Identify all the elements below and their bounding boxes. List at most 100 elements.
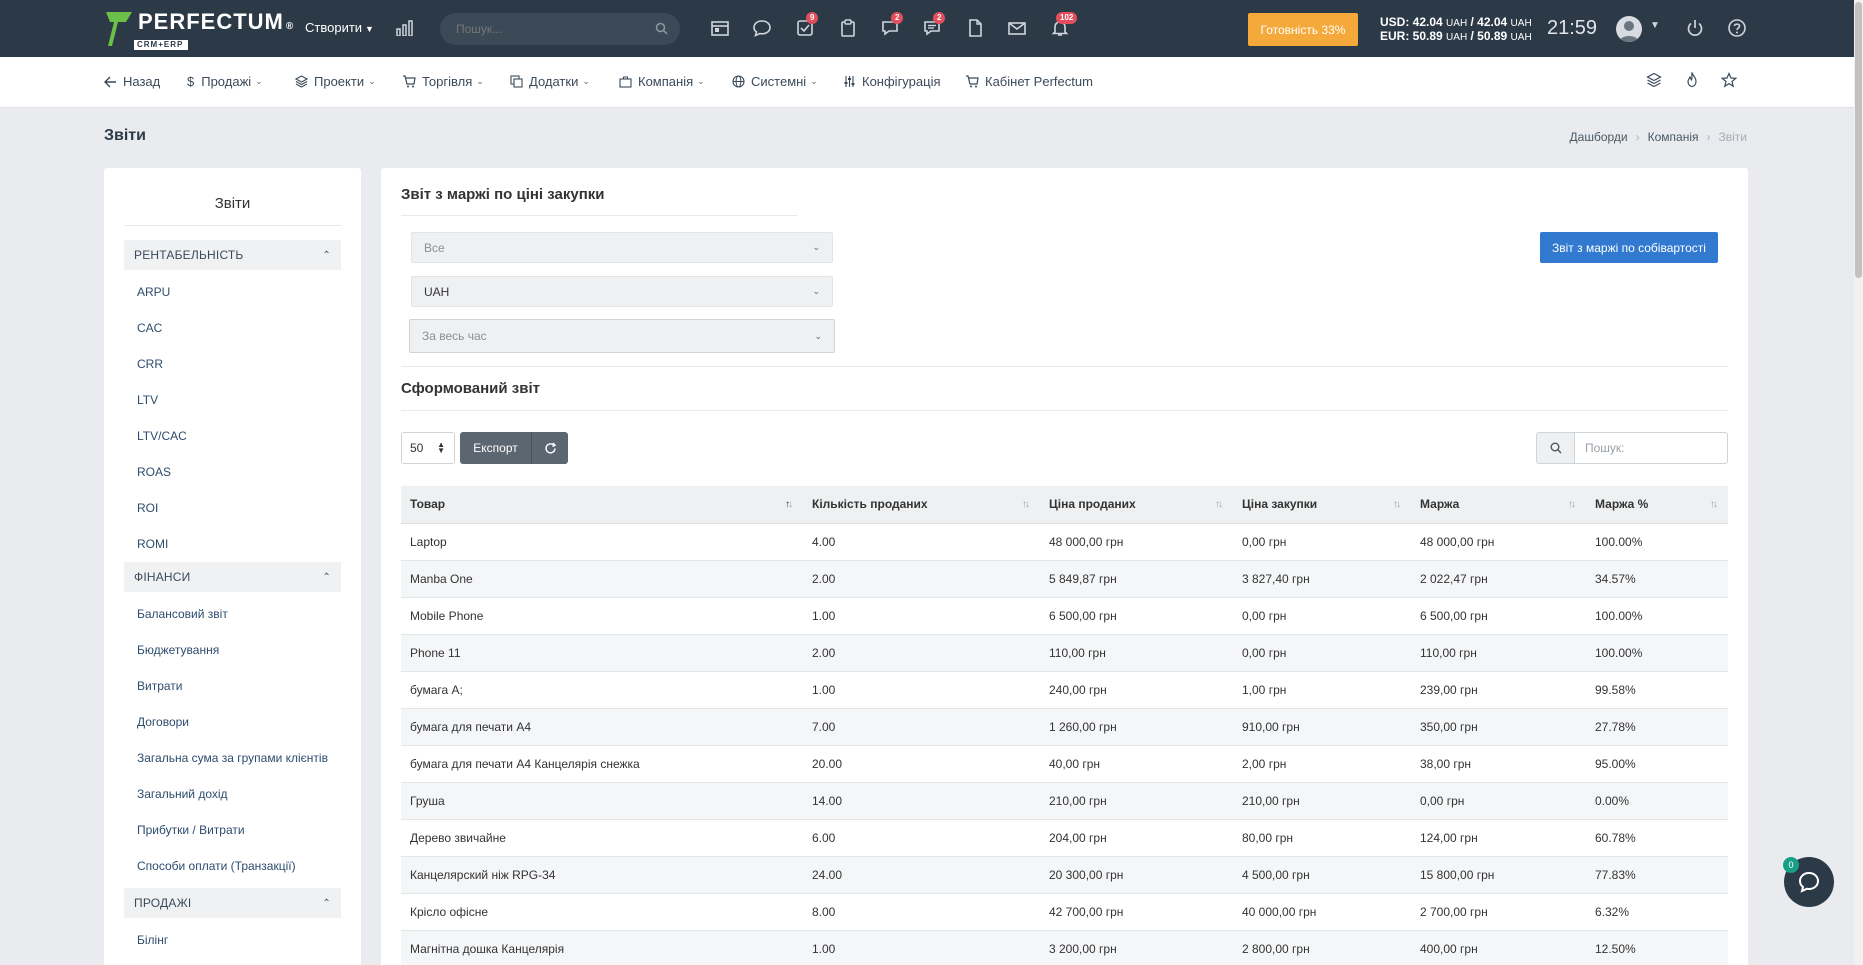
power-icon[interactable] <box>1685 18 1705 38</box>
sidebar-item-profit-expenses[interactable]: Прибутки / Витрати <box>137 812 361 848</box>
chevron-down-icon: ▼ <box>365 24 374 34</box>
column-header-label: Ціна закупки <box>1242 497 1318 512</box>
top-search-input[interactable] <box>440 13 640 45</box>
sidebar-item-romi[interactable]: ROMI <box>137 526 361 562</box>
avatar[interactable] <box>1616 16 1642 42</box>
sidebar-item-cac[interactable]: CAC <box>137 310 361 346</box>
section-finance[interactable]: ФІНАНСИ ⌃ <box>124 562 341 592</box>
search-icon[interactable] <box>655 22 668 35</box>
table-row[interactable]: Manba One 2.00 5 849,87 грн 3 827,40 грн 2 0… <box>401 560 1728 598</box>
table-cell: 95.00% <box>1586 745 1728 783</box>
table-row[interactable]: бумага для печати А4 7.00 1 260,00 грн 910,… <box>401 708 1728 746</box>
sidebar-item-billing[interactable]: Білінг <box>137 922 361 958</box>
calendar-icon[interactable] <box>710 18 730 38</box>
table-row[interactable]: бумага для печати А4 Канцелярія снежка 20… <box>401 745 1728 783</box>
star-icon[interactable] <box>1721 72 1737 88</box>
table-cell: 40 000,00 грн <box>1233 893 1411 931</box>
fire-icon[interactable] <box>1684 72 1700 88</box>
table-cell: 2.00 <box>803 634 1040 672</box>
column-header[interactable]: Маржа % ↑↓ <box>1586 486 1728 524</box>
nav-back[interactable]: Назад <box>104 74 160 89</box>
margin-by-cost-button[interactable]: Звіт з маржі по собівартості <box>1540 232 1718 263</box>
search-icon <box>1550 442 1561 454</box>
table-row[interactable]: Канцелярский ніж RPG-34 24.00 20 300,00 гр… <box>401 856 1728 894</box>
filter-all-select[interactable]: Все ⌄ <box>411 232 833 263</box>
sidebar-item-roas[interactable]: ROAS <box>137 454 361 490</box>
breadcrumb-company[interactable]: Компанія <box>1648 130 1699 144</box>
nav-bar: Назад $ Продажі ⌄ Проекти ⌄ Торгівля ⌄ Дода… <box>0 57 1854 108</box>
mail-icon[interactable] <box>1007 18 1027 38</box>
export-button[interactable]: Експорт <box>460 432 531 464</box>
table-cell: Магнітна дошка Канцелярія <box>401 930 803 965</box>
nav-company[interactable]: Компанія ⌄ <box>619 74 705 89</box>
table-row[interactable]: Груша 14.00 210,00 грн 210,00 грн 0,00 грн 0.… <box>401 782 1728 820</box>
sort-icon: ↑↓ <box>1568 499 1576 510</box>
notifications-button[interactable]: 102 <box>1050 12 1078 38</box>
column-header[interactable]: Ціна закупки ↑↓ <box>1233 486 1411 524</box>
table-row[interactable]: Laptop 4.00 48 000,00 грн 0,00 грн 48 000,00… <box>401 523 1728 561</box>
sidebar-item-client-groups[interactable]: Загальна сума за групами клієнтів <box>137 740 361 776</box>
nav-system-label: Системні <box>751 74 807 89</box>
period-select[interactable]: За весь час ⌄ <box>409 319 835 353</box>
nav-trade[interactable]: Торгівля ⌄ <box>402 74 484 89</box>
table-cell: Laptop <box>401 523 803 561</box>
column-header[interactable]: Кількість проданих ↑↓ <box>803 486 1040 524</box>
nav-projects[interactable]: Проекти ⌄ <box>295 74 376 89</box>
sidebar-item-crr[interactable]: CRR <box>137 346 361 382</box>
table-row[interactable]: бумага А; 1.00 240,00 грн 1,00 грн 239,00 гр… <box>401 671 1728 709</box>
nav-addons[interactable]: Додатки ⌄ <box>510 74 590 89</box>
sort-icon: ↑↓ <box>1215 499 1223 510</box>
scrollbar-thumb[interactable] <box>1855 2 1862 278</box>
column-header[interactable]: Маржа ↑↓ <box>1411 486 1586 524</box>
sidebar-item-payment-methods[interactable]: Способи оплати (Транзакції) <box>137 848 361 884</box>
currency-select[interactable]: UAH ⌄ <box>411 276 833 307</box>
clipboard-icon[interactable] <box>838 18 858 38</box>
table-cell: 239,00 грн <box>1411 671 1586 709</box>
table-row[interactable]: Phone 11 2.00 110,00 грн 0,00 грн 110,00 грн… <box>401 634 1728 672</box>
sidebar-item-expenses[interactable]: Витрати <box>137 668 361 704</box>
logo[interactable]: PERFECTUM ® CRM+ERP <box>104 10 294 50</box>
readiness-button[interactable]: Готовність 33% <box>1248 13 1358 46</box>
sidebar-item-balance[interactable]: Балансовий звіт <box>137 596 361 632</box>
table-row[interactable]: Крісло офісне 8.00 42 700,00 грн 40 000,00 … <box>401 893 1728 931</box>
sidebar-item-arpu[interactable]: ARPU <box>137 274 361 310</box>
table-row[interactable]: Дерево звичайне 6.00 204,00 грн 80,00 грн 12… <box>401 819 1728 857</box>
chevron-down-icon[interactable]: ▼ <box>1650 20 1660 31</box>
table-cell: 40,00 грн <box>1040 745 1233 783</box>
sidebar-item-ltv[interactable]: LTV <box>137 382 361 418</box>
table-cell: 34.57% <box>1586 560 1728 598</box>
table-search-input[interactable] <box>1574 432 1728 464</box>
table-row[interactable]: Mobile Phone 1.00 6 500,00 грн 0,00 грн 6 50… <box>401 597 1728 635</box>
table-row[interactable]: Магнітна дошка Канцелярія 1.00 3 200,00 гр… <box>401 930 1728 965</box>
breadcrumb-dashboards[interactable]: Дашборди <box>1570 130 1628 144</box>
section-sales[interactable]: ПРОДАЖІ ⌃ <box>124 888 341 918</box>
messages-button[interactable]: 2 <box>922 12 946 38</box>
table-cell: 2,00 грн <box>1233 745 1411 783</box>
page-scrollbar[interactable] <box>1854 0 1863 965</box>
refresh-button[interactable] <box>531 432 568 464</box>
table-cell: бумага А; <box>401 671 803 709</box>
column-header[interactable]: Товар ↑↓ <box>401 486 803 524</box>
nav-cabinet[interactable]: Кабінет Perfectum <box>965 74 1093 89</box>
create-button[interactable]: Створити ▼ <box>305 20 374 35</box>
page-size-select[interactable]: 50 ▲ ▼ <box>401 432 455 464</box>
column-header[interactable]: Ціна проданих ↑↓ <box>1040 486 1233 524</box>
chart-icon[interactable] <box>396 20 414 36</box>
tasks-button[interactable]: 9 <box>795 12 819 38</box>
table-search-button[interactable] <box>1536 432 1575 464</box>
sidebar-item-ltv-cac[interactable]: LTV/CAC <box>137 418 361 454</box>
layers-icon[interactable] <box>1646 72 1662 88</box>
sidebar-item-total-income[interactable]: Загальний дохід <box>137 776 361 812</box>
nav-config[interactable]: Конфігурація <box>843 74 941 89</box>
sidebar-item-roi[interactable]: ROI <box>137 490 361 526</box>
sidebar-item-budgeting[interactable]: Бюджетування <box>137 632 361 668</box>
sidebar-title: Звіти <box>124 168 341 226</box>
nav-sales[interactable]: $ Продажі ⌄ <box>187 74 263 89</box>
nav-system[interactable]: Системні ⌄ <box>732 74 818 89</box>
chat-button[interactable]: 2 <box>880 12 904 38</box>
help-icon[interactable] <box>1727 18 1747 38</box>
document-icon[interactable] <box>965 18 985 38</box>
comment-icon[interactable] <box>752 18 772 38</box>
sidebar-item-contracts[interactable]: Договори <box>137 704 361 740</box>
section-profitability[interactable]: РЕНТАБЕЛЬНІСТЬ ⌃ <box>124 240 341 270</box>
